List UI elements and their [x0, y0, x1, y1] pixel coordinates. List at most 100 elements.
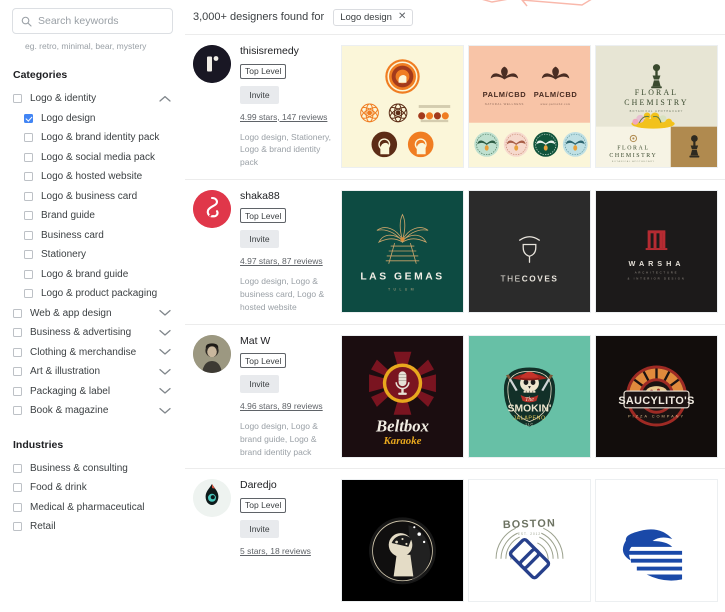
- checkbox-logo-business-card[interactable]: [24, 191, 33, 201]
- filter-option-logo-social-media-pack[interactable]: Logo & social media pack: [0, 148, 185, 168]
- chevron-up-icon[interactable]: [159, 95, 171, 103]
- designer-name[interactable]: Daredjo: [240, 479, 311, 491]
- checkbox-medical-pharmaceutical[interactable]: [13, 502, 22, 512]
- filter-chip-label: Logo design: [340, 11, 392, 23]
- checkbox-book-magazine[interactable]: [13, 406, 22, 416]
- rating-text[interactable]: 4.97 stars, 87 reviews: [240, 256, 335, 266]
- filter-chip[interactable]: Logo design ✕: [333, 8, 414, 26]
- chevron-down-icon[interactable]: [159, 387, 171, 395]
- portfolio-thumbnail[interactable]: WARSHA ARCHITECTURE & INTERIOR DESIGN: [595, 189, 718, 313]
- avatar[interactable]: [193, 45, 231, 83]
- designer-info: Mat W Top Level Invite 4.96 stars, 89 revie…: [193, 334, 341, 459]
- filter-option-food-drink[interactable]: Food & drink: [0, 478, 185, 498]
- checkbox-logo-brand-identity-pack[interactable]: [24, 133, 33, 143]
- portfolio-thumbnail[interactable]: LAS GEMAS TULUM: [341, 189, 464, 313]
- rating-text[interactable]: 4.96 stars, 89 reviews: [240, 401, 335, 411]
- checkbox-web-app-design[interactable]: [13, 308, 22, 318]
- portfolio-thumbnail[interactable]: [341, 45, 464, 168]
- search-input[interactable]: [38, 15, 160, 27]
- designer-name[interactable]: thisisremedy: [240, 45, 335, 57]
- checkbox-business-consulting[interactable]: [13, 463, 22, 473]
- search-wrap: eg. retro, minimal, bear, mystery: [12, 8, 173, 51]
- portfolio-thumbnail[interactable]: THECOVES: [468, 189, 591, 313]
- checkbox-logo-brand-guide[interactable]: [24, 269, 33, 279]
- filter-option-logo-brand-identity-pack[interactable]: Logo & brand identity pack: [0, 128, 185, 148]
- filter-option-logo-brand-guide[interactable]: Logo & brand guide: [0, 265, 185, 285]
- portfolio-thumbnail[interactable]: [595, 479, 718, 603]
- filter-option-label: Book & magazine: [30, 405, 109, 417]
- checkbox-logo-social-media-pack[interactable]: [24, 152, 33, 162]
- filter-option-label: Business card: [41, 229, 104, 241]
- checkbox-brand-guide[interactable]: [24, 211, 33, 221]
- avatar[interactable]: [193, 334, 231, 373]
- portfolio-thumbnail[interactable]: FLORAL CHEMISTRY BOTANICAL APOTHECARY FLORA…: [595, 45, 718, 168]
- checkbox-logo-hosted-website[interactable]: [24, 172, 33, 182]
- invite-button-thisisremedy[interactable]: Invite: [240, 85, 279, 104]
- filter-option-book-magazine[interactable]: Book & magazine: [0, 401, 185, 421]
- rating-text[interactable]: 4.99 stars, 147 reviews: [240, 112, 335, 122]
- checkbox-food-drink[interactable]: [13, 483, 22, 493]
- checkbox-art-illustration[interactable]: [13, 367, 22, 377]
- filter-option-logo-hosted-website[interactable]: Logo & hosted website: [0, 167, 185, 187]
- filters-sidebar: eg. retro, minimal, bear, mystery Catego…: [0, 0, 185, 534]
- checkbox-business-advertising[interactable]: [13, 328, 22, 338]
- checkbox-clothing-merchandise[interactable]: [13, 347, 22, 357]
- filter-option-logo-business-card[interactable]: Logo & business card: [0, 187, 185, 207]
- checkbox-logo-identity[interactable]: [13, 94, 22, 104]
- chevron-down-icon[interactable]: [159, 348, 171, 356]
- invite-button-shaka88[interactable]: Invite: [240, 230, 279, 249]
- designer-info: thisisremedy Top Level Invite 4.99 stars, 1…: [193, 45, 341, 169]
- portfolio-thumbnails: LAS GEMAS TULUM THECOVES WARSHA ARCHITECTURE…: [341, 189, 718, 314]
- chevron-down-icon[interactable]: [159, 368, 171, 376]
- checkbox-business-card[interactable]: [24, 230, 33, 240]
- filter-option-logo-design[interactable]: Logo design: [0, 109, 185, 129]
- invite-button-daredjo[interactable]: Invite: [240, 519, 279, 538]
- chevron-down-icon[interactable]: [159, 309, 171, 317]
- checkbox-logo-design[interactable]: [24, 113, 33, 123]
- filter-option-business-advertising[interactable]: Business & advertising: [0, 323, 185, 343]
- close-icon[interactable]: ✕: [398, 12, 406, 22]
- top-level-badge: Top Level: [240, 63, 287, 79]
- filter-option-logo-identity[interactable]: Logo & identity: [0, 89, 185, 109]
- svg-text:FLORAL: FLORAL: [635, 88, 679, 97]
- filter-option-medical-pharmaceutical[interactable]: Medical & pharmaceutical: [0, 498, 185, 518]
- portfolio-thumbnail[interactable]: PALM/CBD NATURAL WELLNESS PALM/CBD www.palm…: [468, 45, 591, 168]
- filter-option-web-app-design[interactable]: Web & app design: [0, 304, 185, 324]
- avatar[interactable]: [193, 479, 231, 518]
- industries-list: Business & consulting Food & drink Medical…: [0, 459, 185, 537]
- search-hint: eg. retro, minimal, bear, mystery: [25, 41, 147, 51]
- rating-text[interactable]: 5 stars, 18 reviews: [240, 546, 311, 556]
- filter-option-business-card[interactable]: Business card: [0, 226, 185, 246]
- checkbox-retail[interactable]: [13, 522, 22, 532]
- designer-row: shaka88 Top Level Invite 4.97 stars, 87 rev…: [185, 178, 725, 324]
- portfolio-thumbnail[interactable]: [341, 479, 464, 603]
- designer-name[interactable]: Mat W: [240, 335, 335, 347]
- portfolio-thumbnail[interactable]: The SMOKIN' JALAPENO LLC: [468, 334, 591, 458]
- checkbox-stationery[interactable]: [24, 250, 33, 260]
- svg-text:PALM/CBD: PALM/CBD: [534, 90, 578, 99]
- filter-option-business-consulting[interactable]: Business & consulting: [0, 459, 185, 479]
- filter-option-logo-product-packaging[interactable]: Logo & product packaging: [0, 284, 185, 304]
- filter-option-brand-guide[interactable]: Brand guide: [0, 206, 185, 226]
- portfolio-thumbnail[interactable]: Beltbox Karaoke: [341, 334, 464, 458]
- designer-row: Mat W Top Level Invite 4.96 stars, 89 revie…: [185, 323, 725, 469]
- invite-button-mat-w[interactable]: Invite: [240, 375, 279, 393]
- filter-option-clothing-merchandise[interactable]: Clothing & merchandise: [0, 343, 185, 363]
- designer-name[interactable]: shaka88: [240, 190, 335, 202]
- avatar[interactable]: [193, 189, 231, 228]
- filter-option-packaging-label[interactable]: Packaging & label: [0, 382, 185, 402]
- filter-option-art-illustration[interactable]: Art & illustration: [0, 362, 185, 382]
- results-main: 3,000+ designers found for Logo design ✕…: [185, 0, 725, 603]
- svg-text:PALM/CBD: PALM/CBD: [483, 90, 527, 99]
- search-box[interactable]: [12, 8, 173, 34]
- filter-option-label: Brand guide: [41, 210, 95, 222]
- filter-option-stationery[interactable]: Stationery: [0, 245, 185, 265]
- filter-option-label: Packaging & label: [30, 385, 111, 397]
- portfolio-thumbnail[interactable]: SAUCYLITO'S PIZZA COMPANY: [595, 334, 718, 458]
- designer-tags: Logo design, Logo & brand guide, Logo & …: [240, 421, 318, 457]
- checkbox-packaging-label[interactable]: [13, 386, 22, 396]
- portfolio-thumbnail[interactable]: BOSTON EST. 2012: [468, 479, 591, 603]
- chevron-down-icon[interactable]: [159, 407, 171, 415]
- chevron-down-icon[interactable]: [159, 329, 171, 337]
- checkbox-logo-product-packaging[interactable]: [24, 289, 33, 299]
